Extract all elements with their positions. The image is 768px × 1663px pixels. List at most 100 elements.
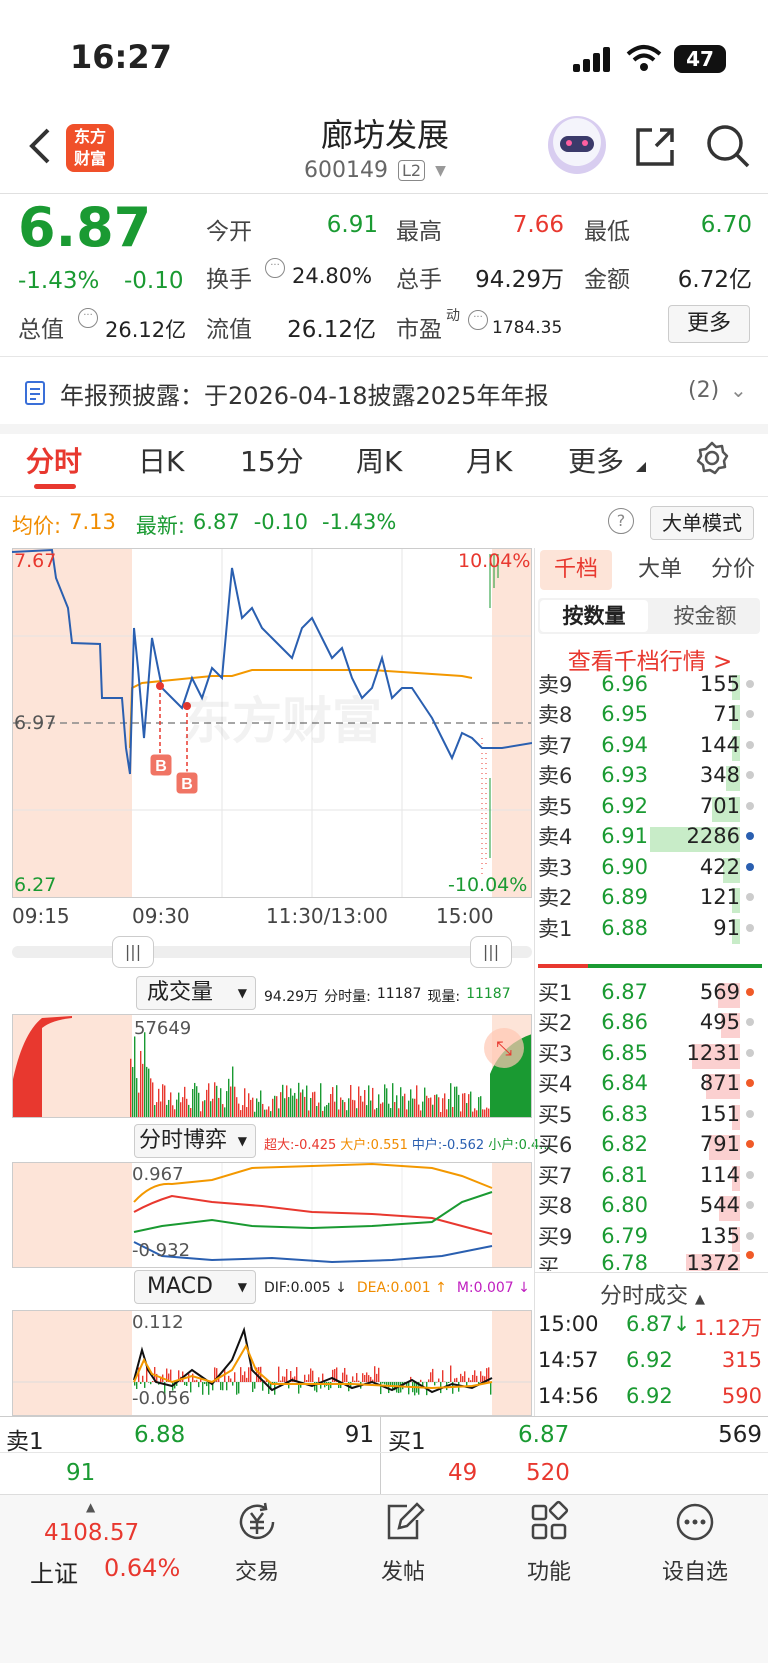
notice-text[interactable]: 年报预披露：于2026-04-18披露2025年年报	[60, 376, 549, 411]
macd-chart[interactable]	[12, 1310, 532, 1416]
triangle-icon	[636, 462, 646, 472]
level-label: 买2	[538, 1011, 573, 1035]
ask-row[interactable]: 卖5 6.92 701	[538, 790, 768, 822]
status-dot	[746, 740, 754, 749]
tab-weekly-k[interactable]: 周K	[356, 440, 402, 480]
ask-row[interactable]: 卖3 6.90 422	[538, 851, 768, 883]
search-icon[interactable]	[704, 122, 752, 170]
bid-row[interactable]: 买6 6.82 791	[538, 1129, 768, 1160]
macd-indicator-select[interactable]: MACD ▼	[134, 1270, 256, 1304]
expand-icon[interactable]: ⤡	[484, 1028, 524, 1068]
time-label: 15:00	[436, 904, 494, 928]
bid-row[interactable]: 买8 6.80 544	[538, 1190, 768, 1221]
bid-row[interactable]: 买7 6.81 114	[538, 1159, 768, 1191]
book-tab-dadan[interactable]: 大单	[624, 550, 696, 590]
game-indicator-label: 分时博弈	[139, 1128, 228, 1153]
game-dahu: 大户:0.551	[340, 1138, 408, 1153]
nav-trade[interactable]: 交易	[202, 1500, 312, 1586]
tab-fenshi[interactable]: 分时	[26, 440, 82, 480]
level-label: 买7	[538, 1163, 573, 1188]
intraday-chart[interactable]: B B 东方财富	[12, 548, 532, 898]
range-slider-right-handle[interactable]: |||	[470, 936, 512, 968]
bid-row[interactable]: 买4 6.84 871	[538, 1068, 768, 1099]
nav-watchlist[interactable]: 设自选	[640, 1500, 750, 1586]
chevron-down-icon: ▼	[237, 1280, 247, 1294]
bid-row[interactable]: 买10 6.781372	[538, 1250, 768, 1271]
info-icon[interactable]: ···	[78, 308, 98, 328]
big-order-mode-button[interactable]: 大单模式	[650, 506, 754, 540]
level-price: 6.93	[601, 763, 648, 787]
settings-icon[interactable]	[694, 440, 730, 476]
last-price: 6.87	[18, 196, 152, 259]
info-icon[interactable]: ···	[265, 258, 285, 278]
robot-avatar[interactable]	[548, 116, 606, 174]
level-label: 卖8	[538, 703, 573, 727]
game-chart[interactable]	[12, 1162, 532, 1268]
logo-text-1: 东方	[73, 127, 106, 146]
ask-row[interactable]: 卖6 6.93 348	[538, 760, 768, 791]
volume-value: 94.29万	[475, 267, 564, 293]
nav-post[interactable]: 发帖	[348, 1500, 458, 1586]
ask-row[interactable]: 卖4 6.91 2286	[538, 821, 768, 852]
index-ticker[interactable]: ▲ 4108.57 上证 0.64%	[20, 1500, 190, 1590]
volume-indicator-select[interactable]: 成交量 ▼	[136, 976, 256, 1010]
ask-row[interactable]: 卖8 6.95 71	[538, 699, 768, 730]
level-label: 买5	[538, 1102, 573, 1127]
buy-marker-icon[interactable]: B	[149, 753, 173, 777]
ask-row[interactable]: 卖2 6.89 121	[538, 882, 768, 913]
more-button[interactable]: 更多	[668, 305, 750, 343]
help-icon[interactable]: ?	[608, 508, 634, 534]
document-icon	[25, 381, 45, 405]
bid-row[interactable]: 买5 6.83 151	[538, 1098, 768, 1130]
ask-row[interactable]: 卖1 6.88 91	[538, 912, 768, 944]
tick-trades-header[interactable]: 分时成交 ▲	[600, 1278, 705, 1310]
book-tab-fenjia[interactable]: 分价	[698, 550, 768, 590]
level-volume: 114	[648, 1163, 740, 1191]
pe-value: 1784.35	[492, 318, 563, 338]
nav-watchlist-label: 设自选	[661, 1560, 728, 1585]
back-icon[interactable]	[26, 126, 52, 166]
game-indicator-select[interactable]: 分时博弈 ▼	[134, 1124, 256, 1158]
bid-row[interactable]: 买3 6.85 1231	[538, 1037, 768, 1069]
level-label: 卖4	[538, 825, 573, 849]
current-volume: 11187	[466, 986, 511, 1002]
macd-max-label: 0.112	[132, 1312, 184, 1333]
chevron-down-icon[interactable]: ⌄	[730, 378, 747, 402]
bid-row[interactable]: 买9 6.79 135	[538, 1220, 768, 1252]
range-slider-track[interactable]	[12, 946, 532, 958]
chevron-down-icon: ▼	[237, 1134, 247, 1148]
volume-chart[interactable]	[12, 1014, 532, 1118]
level-volume: 701	[648, 794, 740, 822]
stock-code-selector[interactable]: 600149 L2 ▼	[304, 158, 446, 183]
high-value: 7.66	[512, 212, 564, 238]
game-zhonghu: 中户:-0.562	[411, 1138, 485, 1153]
svg-text:B: B	[181, 776, 193, 793]
level-label: 卖6	[538, 764, 573, 788]
buy-marker-icon[interactable]: B	[175, 771, 199, 795]
level-price: 6.90	[601, 854, 648, 879]
edit-icon	[387, 1502, 425, 1540]
tab-15min[interactable]: 15分	[240, 440, 304, 480]
tab-daily-k[interactable]: 日K	[138, 440, 184, 480]
by-amount-toggle[interactable]: 按金额	[652, 600, 758, 632]
pct-min-label: -10.04%	[448, 874, 528, 896]
level-volume: 348	[648, 763, 740, 791]
book-tab-qiandang[interactable]: 千档	[540, 550, 612, 590]
tab-more[interactable]: 更多	[568, 440, 624, 480]
level-volume: 1372	[648, 1251, 740, 1271]
notice-count[interactable]: (2)	[688, 378, 719, 403]
ask-row[interactable]: 卖9 6.96 155	[538, 668, 768, 700]
range-slider-left-handle[interactable]: |||	[112, 936, 154, 968]
share-icon[interactable]	[632, 124, 678, 170]
tab-monthly-k[interactable]: 月K	[466, 440, 512, 480]
amount-label: 金额	[584, 267, 630, 293]
bid-row[interactable]: 买1 6.87 569	[538, 976, 768, 1008]
status-dot	[746, 1018, 754, 1026]
avg-value: 7.13	[69, 510, 116, 534]
by-quantity-toggle[interactable]: 按数量	[540, 600, 648, 632]
info-icon[interactable]: ···	[468, 310, 488, 330]
ask-row[interactable]: 卖7 6.94 144	[538, 729, 768, 761]
nav-functions[interactable]: 功能	[494, 1500, 604, 1586]
bid-row[interactable]: 买2 6.86 495	[538, 1007, 768, 1038]
chevron-down-icon: ▼	[237, 986, 247, 1000]
